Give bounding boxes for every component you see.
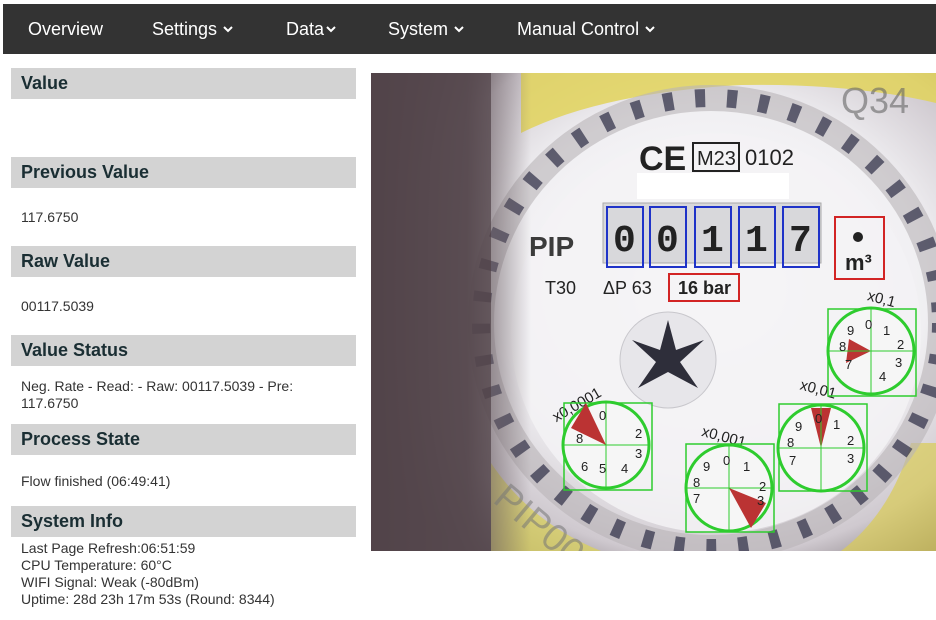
svg-text:1: 1 [701,220,724,263]
vignette-left-dark [371,73,491,551]
raw-value-title: Raw Value [21,251,111,271]
svg-text:9: 9 [795,419,802,434]
svg-text:2: 2 [759,479,766,494]
nav-settings[interactable]: Settings [152,4,233,54]
process-state-title: Process State [21,429,141,449]
chevron-down-icon [645,26,655,33]
value-status-text: Neg. Rate - Read: - Raw: 00117.5039 - Pr… [21,378,294,411]
chevron-down-icon [326,26,336,33]
svg-text:7: 7 [789,453,796,468]
svg-text:0: 0 [656,220,679,263]
svg-text:9: 9 [847,323,854,338]
svg-text:8: 8 [576,431,583,446]
svg-text:0: 0 [865,317,872,332]
previous-value-text: 117.6750 [21,209,79,225]
svg-text:1: 1 [743,459,750,474]
nav-data[interactable]: Data [286,4,336,54]
nav-manual-control[interactable]: Manual Control [517,4,655,54]
svg-text:3: 3 [895,355,902,370]
system-info-title: System Info [21,511,124,531]
nav-system-label: System [388,18,449,39]
svg-text:7: 7 [789,220,812,263]
meter-image: CE M23 0102 Q34 PIP T30 ΔP 63 16 bar 0 0… [371,73,936,575]
info-panel: Value Previous Value 117.6750 Raw Value … [11,68,356,608]
nav-overview-label: Overview [28,18,104,39]
process-state-header: Process State [11,424,356,455]
svg-text:5: 5 [599,461,606,476]
svg-text:0: 0 [723,453,730,468]
nav-overview[interactable]: Overview [28,4,103,54]
digit-counter: 0 0 1 1 7 [602,202,822,268]
svg-text:0: 0 [815,411,822,426]
last-refresh: Last Page Refresh:06:51:59 [21,540,196,556]
brand-mark: PIP [529,231,574,262]
m23-mark: M23 [697,148,736,170]
svg-text:2: 2 [847,433,854,448]
svg-text:0: 0 [613,220,636,263]
value-status-title: Value Status [21,340,129,360]
value-title: Value [21,73,69,93]
svg-text:1: 1 [883,323,890,338]
q34-mark: Q34 [841,80,909,121]
mark-0102: 0102 [745,145,794,170]
value-status-header: Value Status [11,335,356,366]
svg-text:3: 3 [847,451,854,466]
svg-text:1: 1 [833,417,840,432]
svg-text:3: 3 [635,446,642,461]
unit-mark: m³ [845,250,872,275]
svg-text:9: 9 [703,459,710,474]
chevron-down-icon [454,26,464,33]
svg-text:0: 0 [599,408,606,423]
previous-value-header: Previous Value [11,157,356,188]
svg-text:2: 2 [897,337,904,352]
svg-text:4: 4 [879,369,886,384]
svg-text:8: 8 [787,435,794,450]
chevron-down-icon [223,26,233,33]
nav-manual-control-label: Manual Control [517,18,640,39]
nav-data-label: Data [286,18,325,39]
svg-text:6: 6 [581,459,588,474]
value-text [11,99,356,157]
redacted-box [637,173,789,199]
raw-value-header: Raw Value [11,246,356,277]
raw-value-text: 00117.5039 [21,298,94,314]
system-info-header: System Info [11,506,356,537]
nav-system[interactable]: System [388,4,464,54]
ce-mark: CE [639,140,686,178]
svg-text:7: 7 [845,357,852,372]
svg-text:8: 8 [839,339,846,354]
previous-value-title: Previous Value [21,162,150,182]
value-header: Value [11,68,356,99]
cpu-temperature: CPU Temperature: 60°C [21,557,172,573]
pressure-mark: 16 bar [678,278,731,298]
nav-settings-label: Settings [152,18,218,39]
svg-text:7: 7 [693,491,700,506]
unit-dot [853,232,863,242]
wifi-signal: WIFI Signal: Weak (-80dBm) [21,574,199,590]
t30-mark: T30 [545,278,576,298]
top-nav: Overview Settings Data System Manual Con… [3,4,936,54]
svg-text:1: 1 [745,220,768,263]
svg-text:4: 4 [621,461,628,476]
svg-text:2: 2 [635,426,642,441]
system-info-body: Last Page Refresh:06:51:59 CPU Temperatu… [11,537,356,608]
flow-star-icon [619,311,717,409]
uptime: Uptime: 28d 23h 17m 53s (Round: 8344) [21,591,275,607]
svg-text:8: 8 [693,475,700,490]
meter-photo: CE M23 0102 Q34 PIP T30 ΔP 63 16 bar 0 0… [371,73,936,575]
svg-text:3: 3 [757,493,764,508]
process-state-text: Flow finished (06:49:41) [21,473,171,489]
dp63-mark: ΔP 63 [603,278,652,298]
